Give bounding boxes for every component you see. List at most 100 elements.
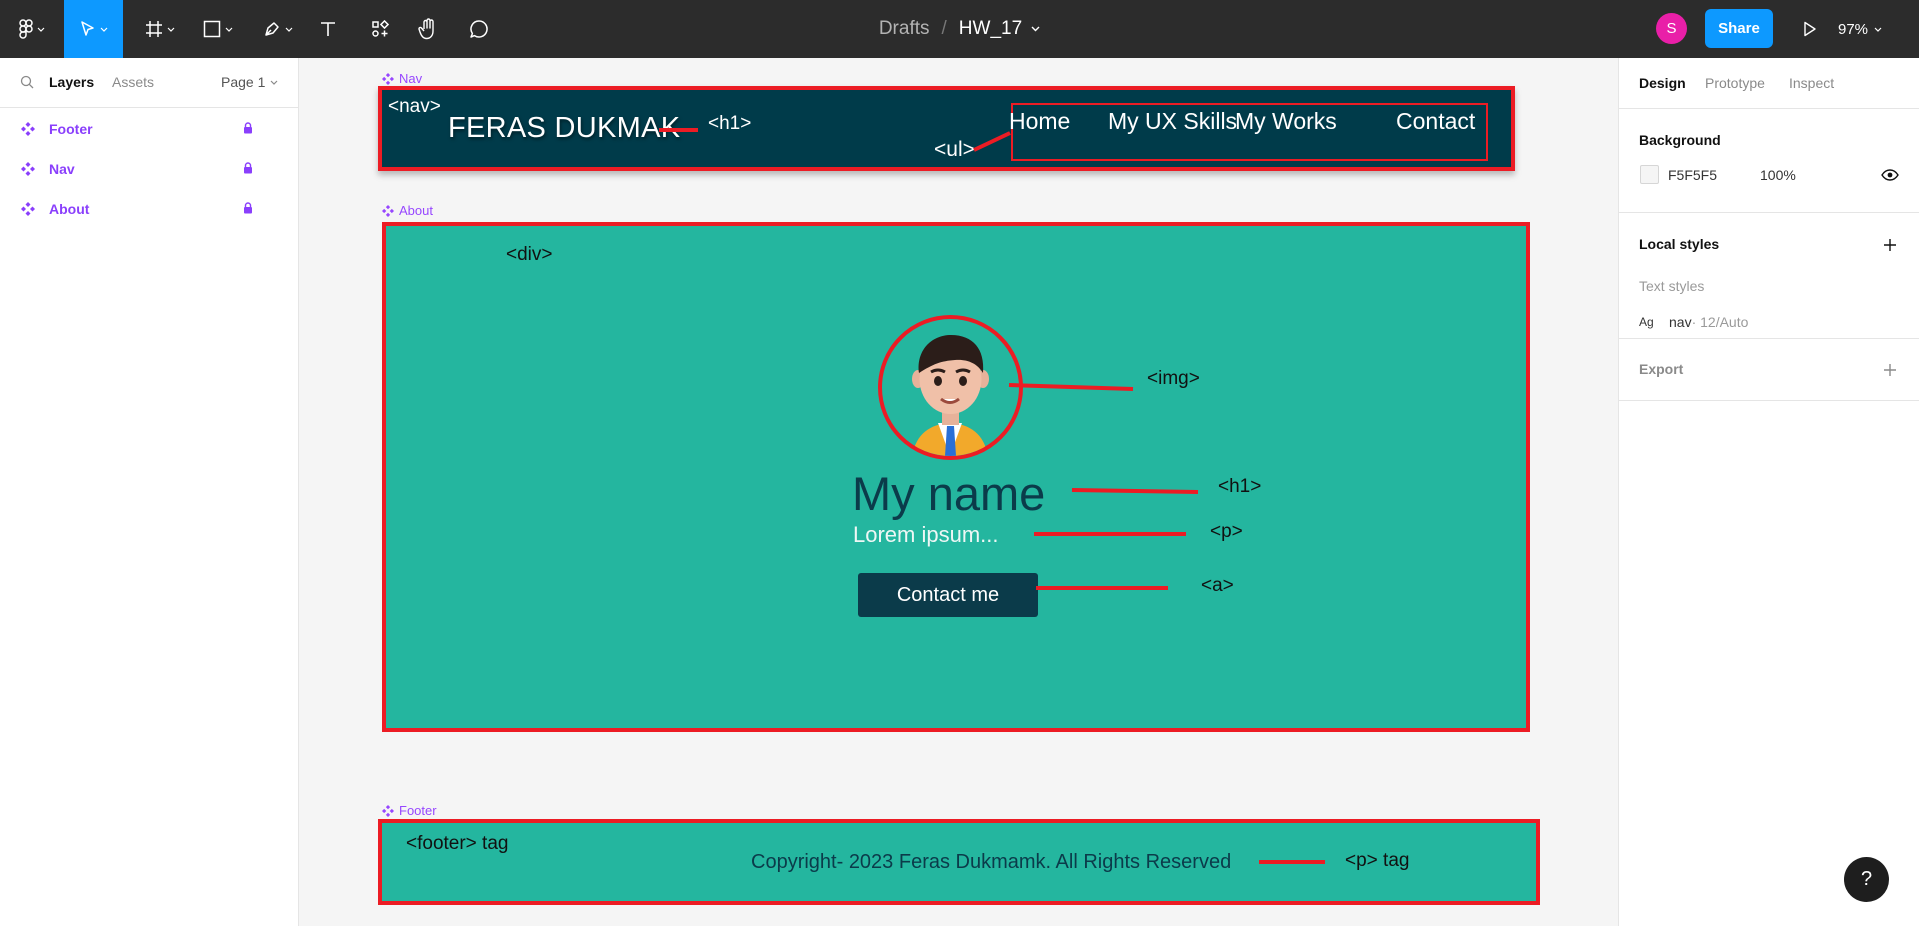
layer-name: About	[49, 201, 90, 217]
footer-frame[interactable]: <footer> tag Copyright- 2023 Feras Dukma…	[378, 819, 1540, 905]
tab-inspect[interactable]: Inspect	[1789, 75, 1834, 91]
nav-link-home[interactable]: Home	[1009, 108, 1070, 135]
ul-tag-annotation: <ul>	[934, 138, 975, 161]
profile-image	[878, 315, 1023, 460]
chevron-down-icon	[167, 27, 175, 32]
background-section: Background F5F5F5 100%	[1619, 109, 1919, 213]
components-icon	[372, 20, 389, 37]
properties-panel: Design Prototype Inspect Background F5F5…	[1618, 58, 1919, 926]
nav-tag-annotation: <nav>	[388, 96, 441, 117]
file-name-dropdown[interactable]: HW_17	[959, 18, 1040, 40]
text-style-preview: Ag	[1639, 315, 1654, 329]
tab-prototype[interactable]: Prototype	[1705, 75, 1765, 91]
text-style-item-nav[interactable]: Ag nav · 12/Auto	[1639, 314, 1748, 330]
export-heading: Export	[1639, 361, 1684, 377]
plus-icon[interactable]	[1883, 363, 1897, 377]
site-title: FERAS DUKMAK	[448, 112, 681, 144]
nav-frame[interactable]: <nav> FERAS DUKMAK <h1> <ul> Home My UX …	[378, 86, 1515, 171]
shape-tool-button[interactable]	[196, 0, 240, 58]
component-icon	[21, 162, 35, 176]
tab-layers[interactable]: Layers	[49, 74, 94, 90]
nav-link-works[interactable]: My Works	[1235, 108, 1337, 135]
text-style-meta: · 12/Auto	[1691, 314, 1749, 330]
layer-item-footer[interactable]: Footer	[0, 109, 298, 149]
move-tool-button[interactable]	[64, 0, 123, 58]
top-toolbar: Drafts / HW_17 S Share 97%	[0, 0, 1919, 58]
tab-design[interactable]: Design	[1639, 75, 1686, 91]
frame-label-footer[interactable]: Footer	[382, 803, 437, 818]
component-icon	[382, 72, 394, 85]
component-icon	[21, 202, 35, 216]
chevron-down-icon	[270, 80, 278, 85]
frame-tool-icon	[146, 21, 162, 37]
frame-label-about[interactable]: About	[382, 203, 433, 218]
page-selector[interactable]: Page 1	[221, 74, 278, 90]
share-button[interactable]: Share	[1705, 9, 1773, 48]
user-avatar[interactable]: S	[1656, 13, 1687, 44]
about-frame[interactable]: <div> <img> My name <h1> Lorem ipsum... …	[382, 222, 1530, 732]
text-styles-heading: Text styles	[1639, 278, 1705, 294]
right-panel-tabs: Design Prototype Inspect	[1619, 58, 1919, 109]
present-icon	[1804, 21, 1816, 37]
component-icon	[21, 122, 35, 136]
eye-icon[interactable]	[1881, 169, 1899, 181]
frame-label-text: About	[399, 203, 433, 218]
layer-name: Footer	[49, 121, 93, 137]
breadcrumb-drafts[interactable]: Drafts	[879, 18, 930, 40]
layer-item-nav[interactable]: Nav	[0, 149, 298, 189]
div-tag-annotation: <div>	[506, 244, 553, 265]
p-tag-annotation: <p>	[1210, 521, 1243, 542]
search-icon[interactable]	[20, 75, 34, 89]
plus-icon[interactable]	[1883, 238, 1897, 252]
design-canvas[interactable]: Nav <nav> FERAS DUKMAK <h1> <ul> Home My…	[300, 58, 1618, 926]
left-panel-tabs: Layers Assets Page 1	[0, 58, 298, 108]
present-button[interactable]	[1796, 0, 1824, 58]
nav-link-contact[interactable]: Contact	[1396, 108, 1475, 135]
chevron-down-icon	[285, 27, 293, 32]
frame-label-text: Nav	[399, 71, 423, 86]
contact-me-button[interactable]: Contact me	[858, 573, 1038, 617]
nav-link-ux-skills[interactable]: My UX Skills	[1108, 108, 1237, 135]
background-opacity-value[interactable]: 100%	[1760, 167, 1796, 183]
rectangle-tool-icon	[203, 20, 221, 38]
zoom-level: 97%	[1838, 20, 1869, 38]
background-hex-value[interactable]: F5F5F5	[1668, 167, 1717, 183]
lock-icon[interactable]	[242, 201, 254, 215]
lock-icon[interactable]	[242, 161, 254, 175]
pen-tool-button[interactable]	[256, 0, 300, 58]
h1-tag-annotation: <h1>	[1218, 476, 1262, 497]
layer-name: Nav	[49, 161, 75, 177]
hand-tool-button[interactable]	[414, 0, 442, 58]
layers-panel: Layers Assets Page 1 Footer Nav About	[0, 58, 299, 926]
img-tag-annotation: <img>	[1147, 368, 1200, 389]
chevron-down-icon	[100, 27, 107, 32]
component-icon	[382, 204, 394, 217]
comment-tool-button[interactable]	[465, 0, 493, 58]
help-button[interactable]: ?	[1844, 857, 1889, 902]
export-section: Export	[1619, 339, 1919, 401]
h1-tag-annotation: <h1>	[708, 113, 752, 134]
resources-button[interactable]	[366, 0, 394, 58]
frame-label-nav[interactable]: Nav	[382, 71, 422, 86]
frame-tool-button[interactable]	[138, 0, 182, 58]
tab-assets[interactable]: Assets	[112, 74, 154, 90]
pen-tool-icon	[265, 22, 279, 36]
page-name: Page 1	[221, 74, 266, 90]
local-styles-section: Local styles Text styles Ag nav · 12/Aut…	[1619, 213, 1919, 339]
background-heading: Background	[1639, 132, 1721, 148]
main-menu-button[interactable]	[10, 0, 54, 58]
file-name: HW_17	[958, 18, 1023, 39]
footer-tag-annotation: <footer> tag	[406, 833, 509, 854]
layer-item-about[interactable]: About	[0, 189, 298, 229]
background-color-swatch[interactable]	[1640, 165, 1659, 184]
text-tool-button[interactable]	[314, 0, 342, 58]
a-tag-annotation: <a>	[1201, 575, 1234, 596]
move-tool-icon	[80, 21, 94, 36]
breadcrumb-separator: /	[941, 18, 947, 39]
about-paragraph: Lorem ipsum...	[853, 522, 999, 547]
about-name-heading: My name	[852, 467, 1046, 520]
chevron-down-icon	[1874, 27, 1882, 32]
zoom-dropdown[interactable]: 97%	[1838, 0, 1882, 58]
lock-icon[interactable]	[242, 121, 254, 135]
chevron-down-icon	[37, 27, 45, 32]
